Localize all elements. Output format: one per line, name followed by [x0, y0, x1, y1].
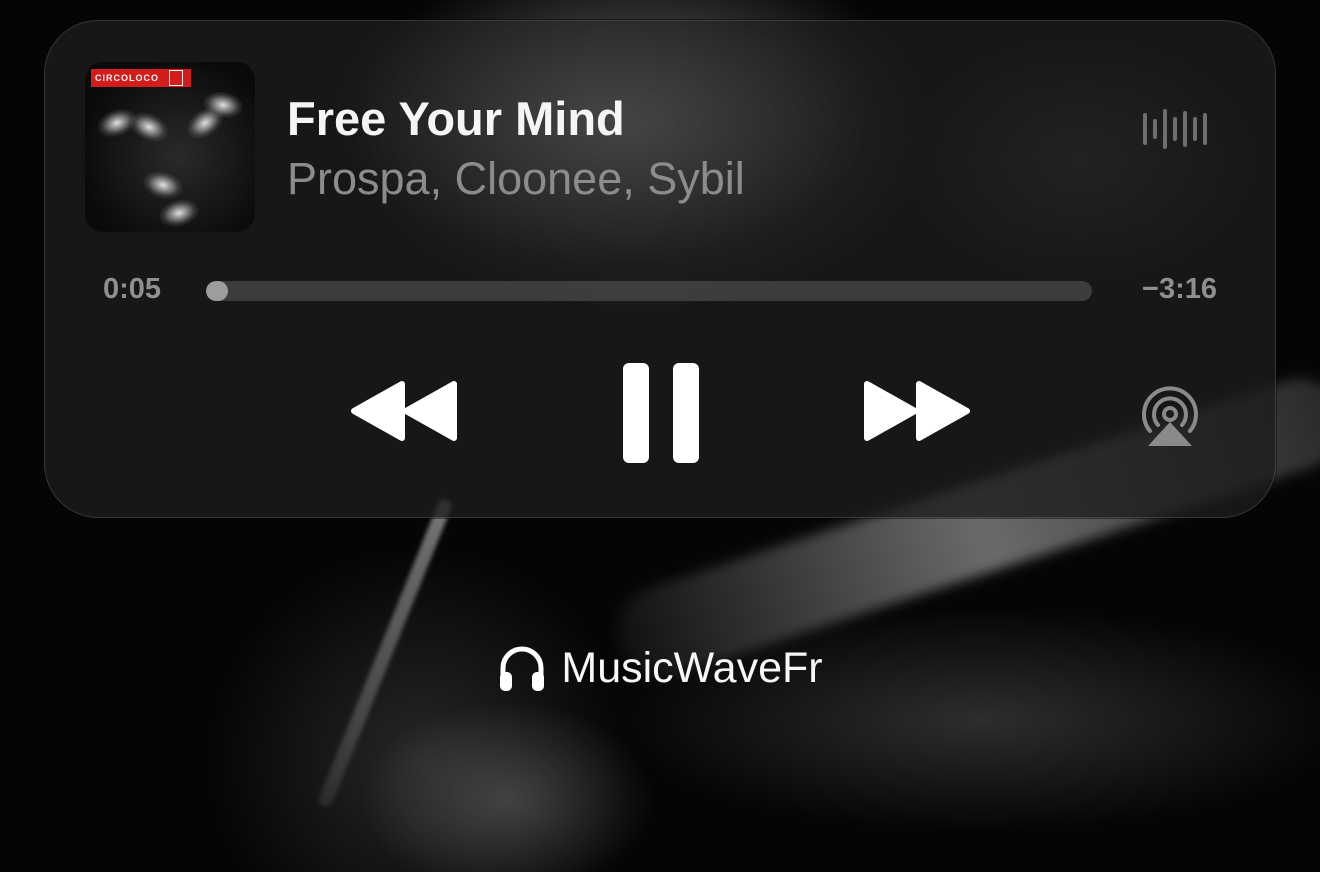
track-artist[interactable]: Prospa, Cloonee, Sybil	[287, 153, 745, 205]
album-artwork[interactable]: CIRCOLOCO	[85, 62, 255, 232]
rewind-button[interactable]	[350, 379, 458, 443]
progress-scrubber[interactable]	[206, 281, 1092, 301]
forward-button[interactable]	[863, 379, 971, 443]
now-playing-source[interactable]: MusicWaveFr	[0, 640, 1320, 696]
track-title[interactable]: Free Your Mind	[287, 91, 625, 146]
artwork-flower	[156, 195, 202, 231]
pause-icon	[623, 363, 699, 463]
lock-screen-background: CIRCOLOCO Free Your Mind Prospa, Cloonee…	[0, 0, 1320, 872]
background-hand	[360, 700, 660, 872]
airplay-button[interactable]	[1135, 386, 1205, 448]
source-label: MusicWaveFr	[561, 643, 823, 692]
now-playing-widget: CIRCOLOCO Free Your Mind Prospa, Cloonee…	[44, 20, 1276, 518]
artwork-flower	[140, 167, 186, 203]
rewind-icon	[351, 381, 457, 441]
forward-icon	[864, 381, 970, 441]
waveform-icon	[1143, 109, 1207, 149]
airplay-icon	[1142, 386, 1198, 446]
progress-fill	[206, 281, 229, 301]
headphones-icon	[500, 646, 545, 691]
pause-button[interactable]	[621, 363, 701, 463]
elapsed-time: 0:05	[103, 273, 162, 305]
remaining-time: −3:16	[1142, 273, 1217, 305]
artwork-tag-icon	[169, 70, 183, 86]
